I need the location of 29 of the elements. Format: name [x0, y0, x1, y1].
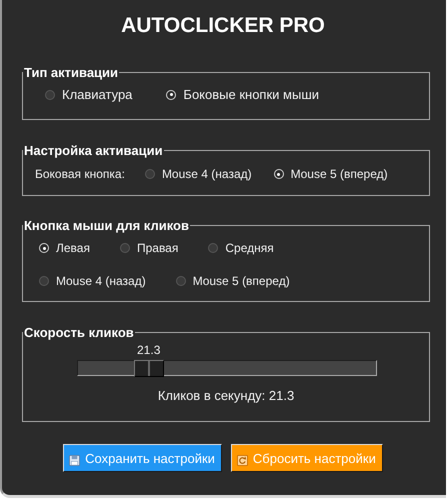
option-label: Mouse 4 (назад) — [56, 274, 146, 288]
option-label: Клавиатура — [62, 87, 132, 102]
option-label: Левая — [56, 241, 90, 255]
slider-thumb[interactable] — [134, 360, 164, 377]
radio-button[interactable] — [45, 90, 55, 100]
radio-option[interactable]: Mouse 4 (назад) — [39, 274, 146, 288]
radio-option[interactable]: Правая — [120, 241, 178, 255]
radio-option[interactable]: Левая — [39, 241, 90, 255]
reset-icon — [236, 454, 248, 466]
option-label: Mouse 4 (назад) — [162, 167, 252, 181]
app-title: AUTOCLICKER PRO — [120, 14, 326, 39]
slider-value: 21.3 — [137, 343, 160, 357]
group-title: Скорость кликов — [23, 325, 135, 340]
group-title: Настройка активации — [23, 143, 164, 158]
radio-button[interactable] — [120, 243, 130, 253]
slider-track[interactable] — [77, 360, 377, 376]
radio-button[interactable] — [208, 243, 218, 253]
speed-reading: Кликов в секунду: 21.3 — [156, 388, 296, 403]
radio-option[interactable]: Средняя — [208, 241, 274, 255]
group-title: Кнопка мыши для кликов — [23, 218, 190, 233]
option-label: Средняя — [225, 241, 274, 255]
group-title: Тип активации — [23, 65, 120, 80]
radio-option[interactable]: Клавиатура — [45, 87, 132, 102]
radio-button[interactable] — [176, 276, 186, 286]
option-label: Правая — [136, 241, 178, 255]
radio-button[interactable] — [39, 276, 49, 286]
radio-button[interactable] — [144, 169, 155, 179]
radio-option[interactable]: Mouse 4 (назад) — [144, 167, 252, 181]
field-label: Боковая кнопка: — [35, 167, 125, 181]
